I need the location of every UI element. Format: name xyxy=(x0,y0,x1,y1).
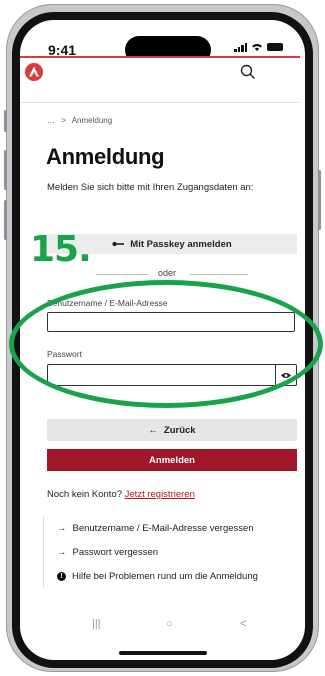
back-button[interactable]: ← Zurück xyxy=(47,419,297,441)
show-password-button[interactable] xyxy=(275,364,297,386)
login-button-label: Anmelden xyxy=(149,454,195,466)
login-button[interactable]: Anmelden xyxy=(47,449,297,471)
login-intro-text: Melden Sie sich bitte mit Ihren Zugangsd… xyxy=(47,182,254,193)
breadcrumb-ellipsis[interactable]: … xyxy=(47,116,55,125)
help-links: → Benutzername / E-Mail-Adresse vergesse… xyxy=(43,516,299,588)
divider-line-right xyxy=(190,274,248,275)
home-indicator[interactable] xyxy=(119,651,207,655)
app-header xyxy=(20,56,300,103)
forgot-password-link[interactable]: → Passwort vergessen xyxy=(57,540,299,564)
volume-down-button xyxy=(4,200,7,240)
username-label: Benutzername / E-Mail-Adresse xyxy=(47,298,168,308)
home-nav-icon[interactable]: ○ xyxy=(166,618,173,630)
register-prompt: Noch kein Konto? xyxy=(47,489,122,500)
password-label: Passwort xyxy=(47,349,82,359)
agency-logo-icon[interactable] xyxy=(25,63,43,81)
step-number-annotation: 15. xyxy=(30,229,92,270)
status-icons xyxy=(234,42,283,52)
username-input[interactable] xyxy=(47,312,295,332)
breadcrumb-separator: > xyxy=(61,116,66,125)
back-nav-icon[interactable]: < xyxy=(240,618,246,630)
search-icon[interactable] xyxy=(240,64,256,80)
arrow-left-icon: ← xyxy=(148,424,158,436)
help-link-label: Hilfe bei Problemen rund um die Anmeldun… xyxy=(72,570,258,582)
passkey-login-label: Mit Passkey anmelden xyxy=(130,238,232,250)
register-row: Noch kein Konto? Jetzt registrieren xyxy=(47,489,195,500)
info-icon: ! xyxy=(57,571,66,581)
arrow-right-icon: → xyxy=(57,522,67,534)
power-button xyxy=(318,170,321,230)
help-link-label: Passwort vergessen xyxy=(72,546,159,558)
divider-line-left xyxy=(96,274,148,275)
forgot-username-link[interactable]: → Benutzername / E-Mail-Adresse vergesse… xyxy=(57,516,299,540)
login-help-link[interactable]: ! Hilfe bei Problemen rund um die Anmeld… xyxy=(57,564,299,588)
back-button-label: Zurück xyxy=(163,424,196,436)
divider-label: oder xyxy=(158,268,177,278)
breadcrumb-current: Anmeldung xyxy=(71,116,113,125)
eye-icon xyxy=(281,372,291,378)
arrow-right-icon: → xyxy=(57,546,67,558)
page-title: Anmeldung xyxy=(46,144,165,169)
mute-switch xyxy=(4,110,7,132)
signal-icon xyxy=(234,42,247,52)
wifi-icon xyxy=(252,44,262,51)
help-link-label: Benutzername / E-Mail-Adresse vergessen xyxy=(72,522,254,534)
register-link[interactable]: Jetzt registrieren xyxy=(125,489,195,500)
key-icon xyxy=(112,241,125,247)
password-input[interactable] xyxy=(47,364,275,386)
volume-up-button xyxy=(4,150,7,190)
recent-apps-icon[interactable]: ||| xyxy=(92,618,101,630)
battery-icon xyxy=(267,43,283,51)
android-nav-bar xyxy=(20,604,305,644)
breadcrumb: … > Anmeldung xyxy=(47,116,112,125)
